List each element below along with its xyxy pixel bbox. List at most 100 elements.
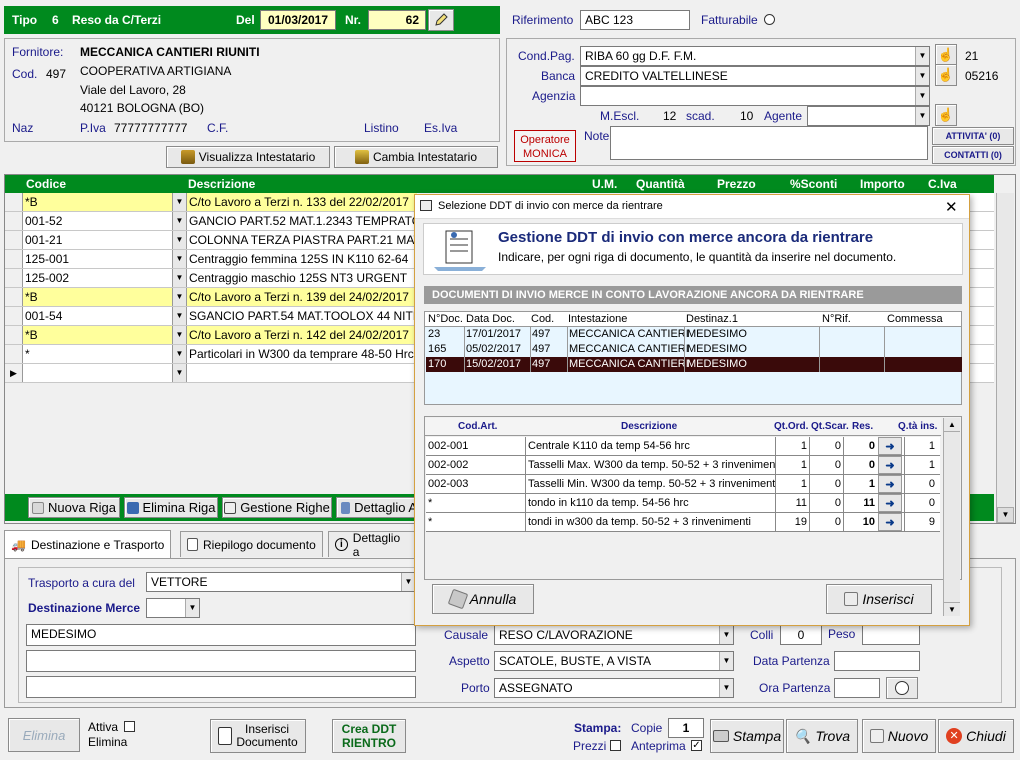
dest-line1[interactable]: MEDESIMO [26,624,416,646]
peso-field[interactable] [862,625,920,645]
edit-number-button[interactable] [428,9,454,31]
banca-lookup-button[interactable]: ☝ [935,64,957,86]
datapart-field[interactable] [834,651,920,671]
cell-codice[interactable]: 001-21 [23,231,173,249]
row-selector[interactable] [5,345,23,363]
article-row[interactable]: * tondi in w300 da temp. 50-52 + 3 rinven… [426,513,940,532]
cell-codice[interactable]: *B [23,193,173,211]
article-row[interactable]: 002-002 Tasselli Max. W300 da temp. 50-52… [426,456,940,475]
dest-line2[interactable] [26,650,416,672]
annulla-button[interactable]: Annulla [432,584,534,614]
cell-descrizione[interactable]: Centraggio femmina 125S IN K110 62-64 [187,250,417,268]
date-field[interactable]: 01/03/2017 [260,10,336,30]
cell-codice[interactable]: 125-001 [23,250,173,268]
row-selector[interactable] [5,288,23,306]
grid-scrollbar[interactable]: ▼ [996,193,1014,523]
agente-lookup-button[interactable]: ☝ [935,104,957,126]
arrow-right-icon[interactable]: ➜ [878,456,902,474]
crea-ddt-rientro-button[interactable]: Crea DDT RIENTRO [332,719,406,753]
row-selector[interactable] [5,269,23,287]
article-row[interactable]: * tondo in k110 da temp. 54-56 hrc 11 0 11 ➜ 0 [426,494,940,513]
prezzi-checkbox[interactable] [610,740,621,751]
cell-descrizione[interactable]: GANCIO PART.52 MAT.1.2343 TEMPRATO [187,212,417,230]
fatturabile-radio[interactable] [764,14,775,25]
condpag-select[interactable]: RIBA 60 gg D.F. F.M. ▼ [580,46,930,66]
row-selector[interactable] [5,250,23,268]
chevron-down-icon[interactable]: ▼ [173,307,187,325]
cell-codice[interactable]: 001-54 [23,307,173,325]
aspetto-select[interactable]: SCATOLE, BUSTE, A VISTA ▼ [494,651,734,671]
cell-codice[interactable]: *B [23,288,173,306]
doc-row[interactable]: 165 05/02/2017 497 MECCANICA CANTIERI MEDESI… [426,342,962,357]
scroll-down-icon[interactable]: ▼ [944,602,960,616]
dettaglio-button[interactable]: Dettaglio A [336,497,418,518]
row-selector[interactable] [5,326,23,344]
row-selector[interactable] [5,193,23,211]
art-cell-ins[interactable]: 1 [904,456,938,474]
elimina-doc-button[interactable]: Elimina [8,718,80,752]
cambia-intestatario-button[interactable]: Cambia Intestatario [334,146,498,168]
dest-select[interactable]: ▼ [146,598,200,618]
chevron-down-icon[interactable]: ▼ [173,250,187,268]
cell-descrizione[interactable]: C/to Lavoro a Terzi n. 133 del 22/02/201… [187,193,417,211]
dialog-inserisci-button[interactable]: Inserisci [826,584,932,614]
cell-codice[interactable]: *B [23,326,173,344]
dialog-close-button[interactable]: ✕ [945,198,958,216]
cell-descrizione[interactable]: Centraggio maschio 125S NT3 URGENT [187,269,417,287]
art-cell-ins[interactable]: 0 [904,494,938,512]
causale-select[interactable]: RESO C/LAVORAZIONE ▼ [494,625,734,645]
nuovo-button[interactable]: Nuovo [862,719,936,753]
tab-riepilogo[interactable]: Riepilogo documento [180,531,323,557]
gestione-righe-button[interactable]: Gestione Righe [222,497,332,518]
art-cell-ins[interactable]: 0 [904,475,938,493]
chevron-down-icon[interactable]: ▼ [173,326,187,344]
chevron-down-icon[interactable]: ▼ [173,288,187,306]
chiudi-button[interactable]: ✕ Chiudi [938,719,1014,753]
porto-select[interactable]: ASSEGNATO ▼ [494,678,734,698]
chevron-down-icon[interactable]: ▼ [173,193,187,211]
scroll-up-icon[interactable]: ▲ [944,418,960,432]
agente-select[interactable]: ▼ [807,106,930,126]
trova-button[interactable]: 🔍 Trova [786,719,858,753]
art-cell-ins[interactable]: 1 [904,437,938,455]
scroll-down-icon[interactable]: ▼ [997,507,1014,523]
banca-select[interactable]: CREDITO VALTELLINESE ▼ [580,66,930,86]
row-selector[interactable] [5,212,23,230]
chevron-down-icon[interactable]: ▼ [173,364,187,382]
agenzia-select[interactable]: ▼ [580,86,930,106]
row-selector[interactable]: ▶ [5,364,23,382]
dest-line3[interactable] [26,676,416,698]
article-scrollbar[interactable]: ▲ ▼ [943,418,960,616]
chevron-down-icon[interactable]: ▼ [173,212,187,230]
note-textarea[interactable] [610,126,928,160]
inserisci-documento-button[interactable]: Inserisci Documento [210,719,306,753]
cell-descrizione[interactable]: SGANCIO PART.54 MAT.TOOLOX 44 NITR [187,307,417,325]
doc-row[interactable]: 23 17/01/2017 497 MECCANICA CANTIERI MEDESIM… [426,327,962,342]
cell-descrizione[interactable] [187,364,417,382]
chevron-down-icon[interactable]: ▼ [173,269,187,287]
arrow-right-icon[interactable]: ➜ [878,437,902,455]
nuova-riga-button[interactable]: Nuova Riga [28,497,120,518]
row-selector[interactable] [5,307,23,325]
cell-descrizione[interactable]: C/to Lavoro a Terzi n. 139 del 24/02/201… [187,288,417,306]
chevron-down-icon[interactable]: ▼ [173,231,187,249]
article-row[interactable]: 002-003 Tasselli Min. W300 da temp. 50-52… [426,475,940,494]
clock-button[interactable] [886,677,918,699]
trasporto-select[interactable]: VETTORE ▼ [146,572,416,592]
doc-row[interactable]: 170 15/02/2017 497 MECCANICA CANTIERI MEDESI… [426,357,962,372]
arrow-right-icon[interactable]: ➜ [878,475,902,493]
cell-codice[interactable]: 125-002 [23,269,173,287]
tab-destinazione[interactable]: 🚚 Destinazione e Trasporto [4,530,172,558]
cell-codice[interactable]: * [23,345,173,363]
copie-field[interactable]: 1 [668,718,704,738]
colli-field[interactable]: 0 [780,625,822,645]
riferimento-field[interactable]: ABC 123 [580,10,690,30]
number-field[interactable]: 62 [368,10,426,30]
condpag-lookup-button[interactable]: ☝ [935,44,957,66]
visualizza-intestatario-button[interactable]: Visualizza Intestatario [166,146,330,168]
row-selector[interactable] [5,231,23,249]
contatti-button[interactable]: CONTATTI (0) [932,146,1014,164]
article-row[interactable]: 002-001 Centrale K110 da temp 54-56 hrc 1 0… [426,437,940,456]
stampa-button[interactable]: Stampa [710,719,784,753]
elimina-riga-button[interactable]: Elimina Riga [124,497,218,518]
